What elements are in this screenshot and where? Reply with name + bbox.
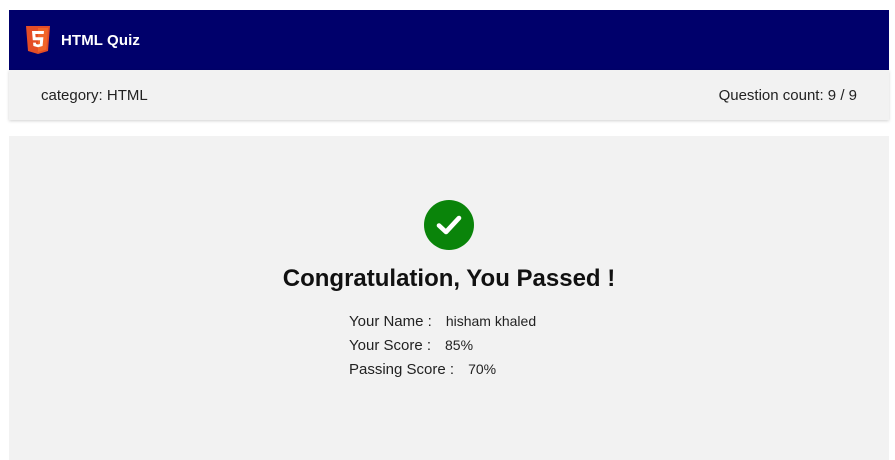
passing-score-value: 70% [468, 361, 497, 377]
result-heading: Congratulation, You Passed ! [282, 265, 616, 292]
score-row: Your Score : 85% [349, 337, 549, 361]
name-label: Your Name : [349, 313, 432, 330]
html5-logo-icon [25, 25, 51, 55]
result-panel: Congratulation, You Passed ! Your Name :… [9, 136, 889, 460]
passing-score-label: Passing Score : [349, 361, 455, 378]
question-count-label: Question count: 9 / 9 [718, 86, 857, 104]
quiz-app: HTML Quiz category: HTML Question count:… [9, 10, 889, 460]
score-label: Your Score : [349, 337, 431, 354]
score-value: 85% [445, 337, 474, 353]
category-label: category: HTML [41, 86, 148, 104]
top-nav-bar: HTML Quiz [9, 10, 889, 70]
quiz-info-bar: category: HTML Question count: 9 / 9 [9, 70, 889, 120]
name-row: Your Name : hisham khaled [349, 313, 549, 337]
result-details: Your Name : hisham khaled Your Score : 8… [349, 313, 549, 385]
check-circle-icon [424, 200, 474, 250]
name-value: hisham khaled [445, 313, 537, 329]
passing-score-row: Passing Score : 70% [349, 361, 549, 385]
app-title: HTML Quiz [61, 31, 140, 49]
